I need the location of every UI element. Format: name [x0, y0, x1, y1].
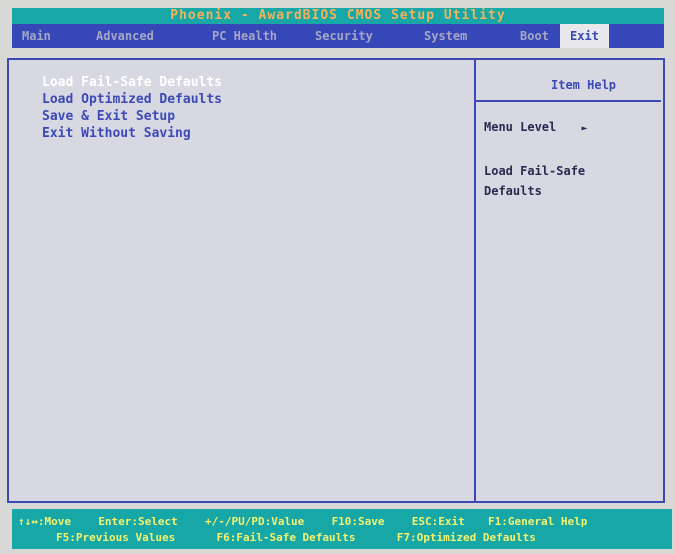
help-divider — [474, 100, 661, 102]
panel-divider — [474, 60, 476, 501]
key-value: +/-/PU/PD:Value — [204, 515, 305, 528]
key-optimized-defaults: F7:Optimized Defaults — [396, 531, 536, 544]
tab-advanced[interactable]: Advanced — [96, 24, 154, 48]
arrow-right-icon: ► — [581, 123, 588, 134]
tab-system[interactable]: System — [424, 24, 467, 48]
key-fail-safe-defaults: F6:Fail-Safe Defaults — [216, 531, 356, 544]
menu-item-load-optimized[interactable]: Load Optimized Defaults — [42, 91, 222, 108]
key-move: ↑↓↔:Move — [18, 515, 71, 528]
key-save: F10:Save — [331, 515, 385, 528]
menu-item-exit-without-saving[interactable]: Exit Without Saving — [42, 125, 222, 142]
menu-bar: Main Advanced PC Health Security System … — [12, 24, 664, 48]
tab-exit[interactable]: Exit — [560, 24, 609, 48]
key-general-help: F1:General Help — [488, 515, 588, 528]
tab-pc-health[interactable]: PC Health — [212, 24, 277, 48]
menu-level-text: Menu Level — [484, 120, 557, 134]
key-exit: ESC:Exit — [411, 515, 465, 528]
bios-screen: Phoenix - AwardBIOS CMOS Setup Utility M… — [0, 0, 675, 554]
status-line-2: F5:Previous Values F6:Fail-Safe Defaults… — [56, 531, 536, 544]
tab-main[interactable]: Main — [22, 24, 51, 48]
menu-level-label: Menu Level ► — [484, 120, 588, 134]
status-bar: ↑↓↔:Move Enter:Select +/-/PU/PD:Value F1… — [12, 509, 672, 549]
utility-title: Phoenix - AwardBIOS CMOS Setup Utility — [12, 8, 664, 24]
tab-boot[interactable]: Boot — [520, 24, 549, 48]
help-description-line2: Defaults — [484, 184, 542, 198]
key-select: Enter:Select — [98, 515, 178, 528]
help-description-line1: Load Fail-Safe — [484, 164, 586, 178]
status-line-1: ↑↓↔:Move Enter:Select +/-/PU/PD:Value F1… — [18, 515, 587, 528]
menu-item-load-fail-safe[interactable]: Load Fail-Safe Defaults — [42, 74, 222, 91]
key-previous-values: F5:Previous Values — [56, 531, 176, 544]
tab-security[interactable]: Security — [315, 24, 373, 48]
menu-item-save-exit[interactable]: Save & Exit Setup — [42, 108, 222, 125]
help-title: Item Help — [551, 78, 617, 92]
exit-menu-list: Load Fail-Safe Defaults Load Optimized D… — [42, 74, 222, 142]
